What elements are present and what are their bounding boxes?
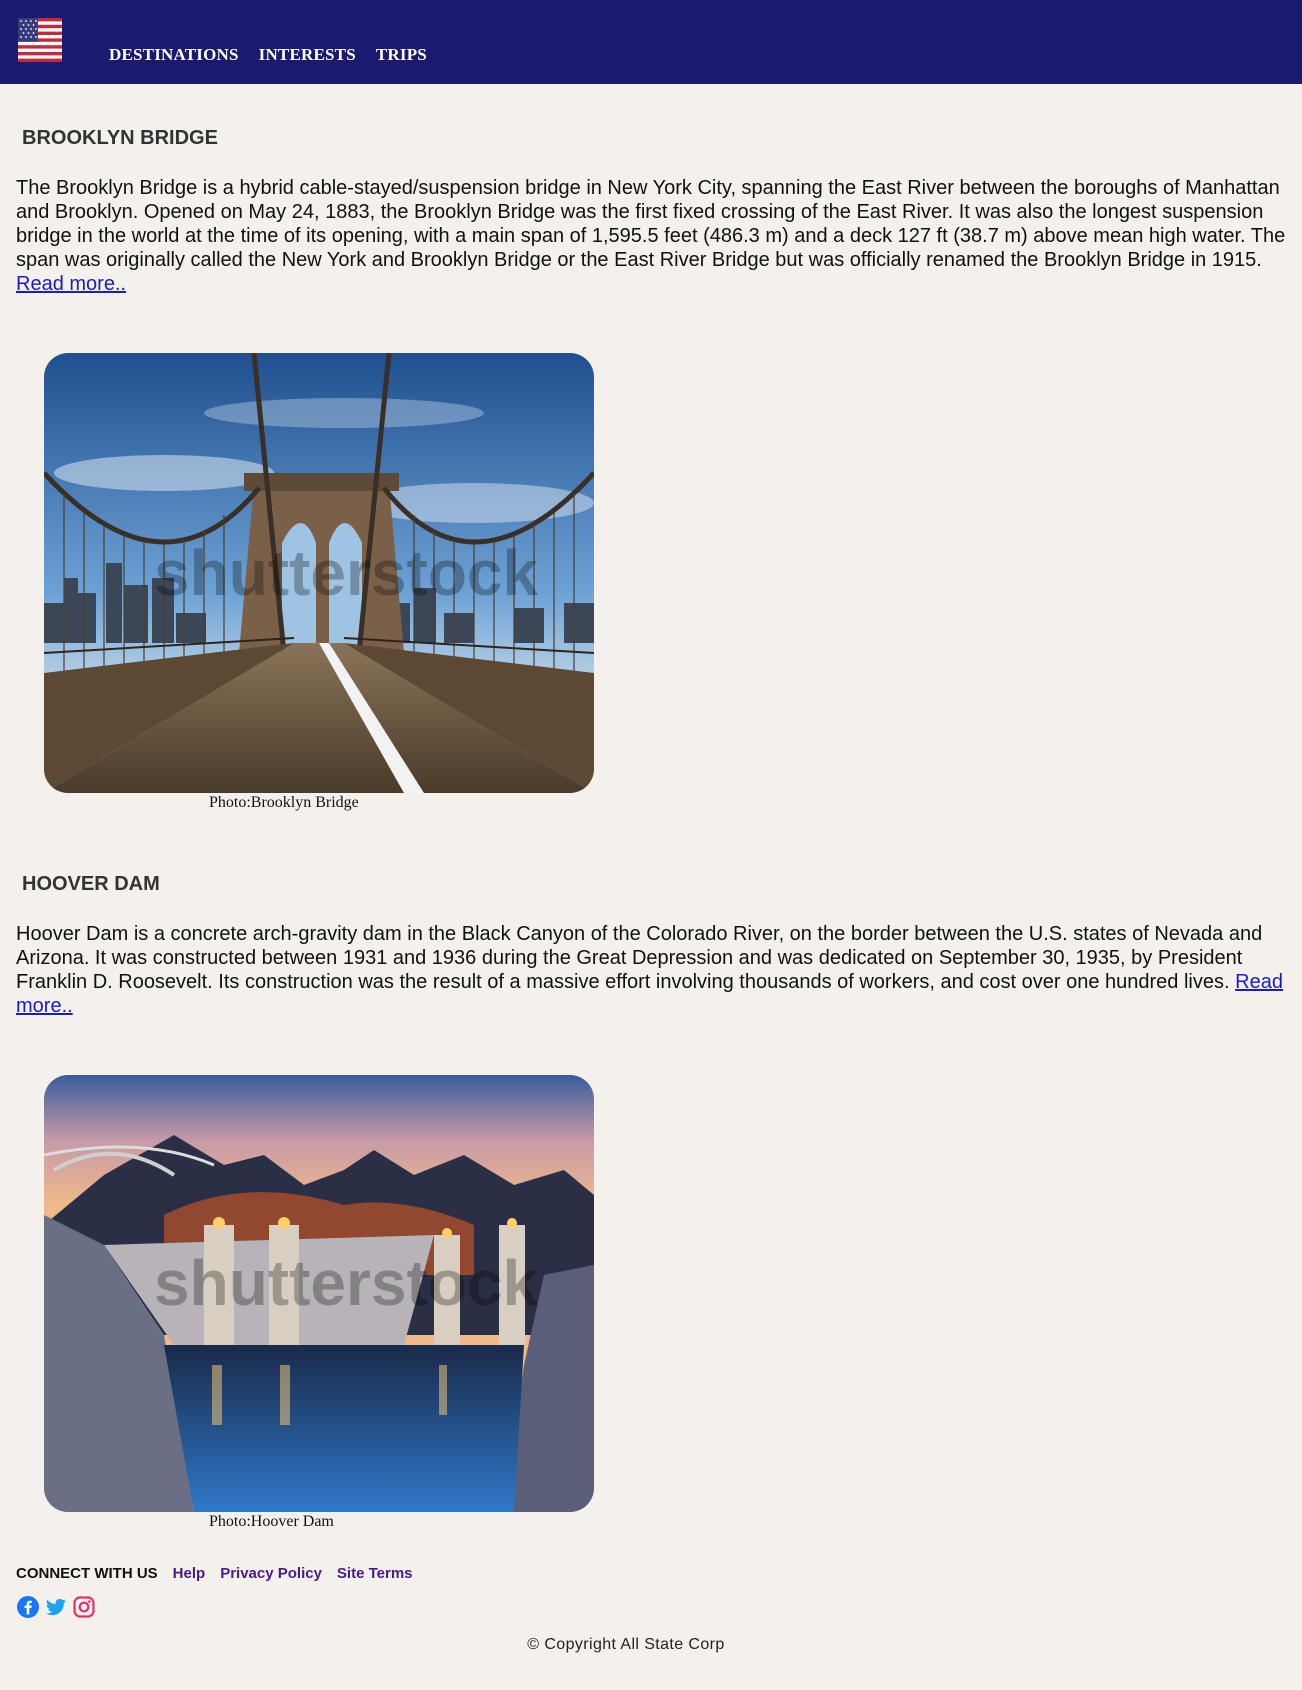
photo-watermark: shutterstock bbox=[154, 537, 539, 609]
footer-link-privacy-policy[interactable]: Privacy Policy bbox=[220, 1565, 322, 1582]
connect-label: CONNECT WITH US bbox=[16, 1565, 158, 1582]
top-nav-bar: DESTINATIONS INTERESTS TRIPS bbox=[0, 0, 1302, 84]
copyright: © Copyright All State Corp bbox=[527, 1636, 725, 1653]
section-title-hoover-dam: HOOVER DAM bbox=[22, 873, 160, 895]
read-more-link[interactable]: Read more.. bbox=[16, 273, 126, 295]
section-text-brooklyn-bridge: The Brooklyn Bridge is a hybrid cable-st… bbox=[16, 177, 1286, 295]
social-icons bbox=[16, 1595, 96, 1619]
photo-watermark: shutterstock bbox=[154, 1247, 539, 1319]
instagram-icon[interactable] bbox=[72, 1595, 96, 1619]
footer-link-help[interactable]: Help bbox=[173, 1565, 206, 1582]
nav-interests[interactable]: INTERESTS bbox=[259, 45, 356, 65]
photo-brooklyn-bridge: shutterstock bbox=[44, 353, 594, 793]
section-text-hoover-dam: Hoover Dam is a concrete arch-gravity da… bbox=[16, 923, 1283, 1017]
photo-caption-brooklyn-bridge: Photo:Brooklyn Bridge bbox=[209, 794, 359, 811]
nav-trips[interactable]: TRIPS bbox=[376, 45, 427, 65]
footer-links: CONNECT WITH US Help Privacy Policy Site… bbox=[16, 1565, 413, 1582]
twitter-icon[interactable] bbox=[44, 1595, 68, 1619]
photo-caption-hoover-dam: Photo:Hoover Dam bbox=[209, 1513, 334, 1530]
main-nav: DESTINATIONS INTERESTS TRIPS bbox=[109, 45, 427, 65]
nav-destinations[interactable]: DESTINATIONS bbox=[109, 45, 239, 65]
section-title-brooklyn-bridge: BROOKLYN BRIDGE bbox=[22, 127, 218, 149]
us-flag-icon[interactable] bbox=[18, 18, 62, 62]
photo-hoover-dam: shutterstock bbox=[44, 1075, 594, 1512]
facebook-icon[interactable] bbox=[16, 1595, 40, 1619]
footer-link-site-terms[interactable]: Site Terms bbox=[337, 1565, 413, 1582]
